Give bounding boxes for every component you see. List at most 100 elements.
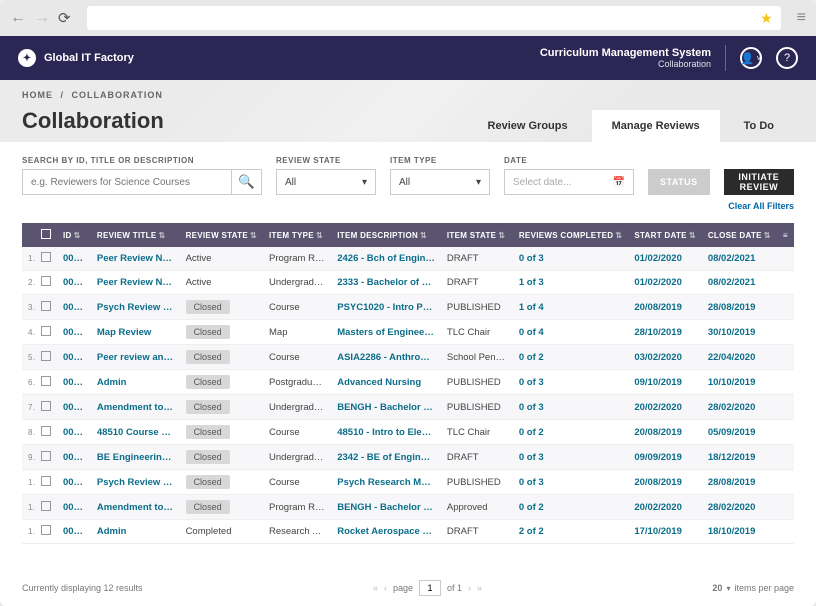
col-completed[interactable]: REVIEWS COMPLETED⇅ — [513, 223, 628, 247]
row-id[interactable]: 0000582 — [57, 247, 91, 271]
row-checkbox[interactable] — [35, 520, 57, 544]
bookmark-star-icon[interactable]: ★ — [760, 10, 773, 27]
row-item-desc[interactable]: 2333 - Bachelor of Engineeri... — [331, 271, 441, 295]
initiate-review-button[interactable]: INITIATE REVIEW — [724, 169, 794, 195]
col-start[interactable]: START DATE⇅ — [628, 223, 702, 247]
row-title[interactable]: Peer Review New Engine... — [91, 271, 180, 295]
row-id[interactable]: 0000501 — [57, 445, 91, 470]
back-icon[interactable]: ← — [10, 9, 26, 27]
row-item-desc[interactable]: 48510 - Intro to Elec Eng — [331, 420, 441, 445]
row-title[interactable]: 48510 Course review — [91, 420, 180, 445]
col-close[interactable]: CLOSE DATE⇅ — [702, 223, 777, 247]
row-title[interactable]: Peer review anthropolog... — [91, 345, 180, 370]
row-title[interactable]: Psych Review group — [91, 470, 180, 495]
browser-menu-icon[interactable]: ≡ — [797, 9, 806, 27]
breadcrumb-home[interactable]: HOME — [22, 90, 53, 100]
row-checkbox[interactable] — [35, 445, 57, 470]
row-item-desc[interactable]: Masters of Engineering - IE ... — [331, 320, 441, 345]
row-title[interactable]: Amendment to Engineeri... — [91, 395, 180, 420]
row-item-desc[interactable]: Advanced Nursing — [331, 370, 441, 395]
status-button[interactable]: STATUS — [648, 169, 710, 195]
row-completed[interactable]: 1 of 3 — [513, 271, 628, 295]
row-id[interactable]: 0000482 — [57, 295, 91, 320]
chevron-down-icon[interactable]: ▾ — [726, 584, 730, 593]
pager-last-icon[interactable]: » — [477, 583, 482, 593]
row-title[interactable]: Admin — [91, 370, 180, 395]
pager-next-icon[interactable]: › — [468, 583, 471, 593]
row-checkbox[interactable] — [35, 295, 57, 320]
row-item-desc[interactable]: 2342 - BE of Engineering (H... — [331, 445, 441, 470]
help-icon[interactable]: ? — [776, 47, 798, 69]
row-item-desc[interactable]: Rocket Aerospace Engineeri... — [331, 520, 441, 544]
row-checkbox[interactable] — [35, 420, 57, 445]
row-completed[interactable]: 0 of 3 — [513, 395, 628, 420]
url-bar[interactable]: ★ — [87, 6, 781, 30]
review-state-select[interactable]: All▾ — [276, 169, 376, 195]
row-title[interactable]: Admin — [91, 520, 180, 544]
page-input[interactable] — [419, 580, 441, 596]
forward-icon[interactable]: → — [34, 9, 50, 27]
tab-review-groups[interactable]: Review Groups — [468, 110, 588, 142]
perpage-value[interactable]: 20 — [712, 583, 722, 593]
user-menu-icon[interactable]: 👤˅ — [740, 47, 762, 69]
row-id[interactable]: 0000582 — [57, 271, 91, 295]
row-item-desc[interactable]: PSYC1020 - Intro Psych Min... — [331, 295, 441, 320]
col-item-type[interactable]: ITEM TYPE⇅ — [263, 223, 331, 247]
row-completed[interactable]: 0 of 4 — [513, 320, 628, 345]
row-item-desc[interactable]: BENGH - Bachelor of Engine... — [331, 495, 441, 520]
row-id[interactable]: 0000521 — [57, 370, 91, 395]
row-id[interactable]: 0000621 — [57, 495, 91, 520]
col-id[interactable]: ID⇅ — [57, 223, 91, 247]
row-checkbox[interactable] — [35, 271, 57, 295]
row-checkbox[interactable] — [35, 320, 57, 345]
row-completed[interactable]: 0 of 3 — [513, 370, 628, 395]
pager-prev-icon[interactable]: ‹ — [384, 583, 387, 593]
row-completed[interactable]: 0 of 3 — [513, 247, 628, 271]
row-completed[interactable]: 2 of 2 — [513, 520, 628, 544]
row-title[interactable]: Psych Review group — [91, 295, 180, 320]
row-completed[interactable]: 1 of 4 — [513, 295, 628, 320]
row-id[interactable]: 0000543 — [57, 520, 91, 544]
row-number: 5 — [22, 345, 35, 370]
refresh-icon[interactable]: ⟳ — [58, 9, 71, 27]
col-title[interactable]: REVIEW TITLE⇅ — [91, 223, 180, 247]
row-checkbox[interactable] — [35, 370, 57, 395]
row-id[interactable]: 0000601 — [57, 345, 91, 370]
col-checkbox[interactable] — [35, 223, 57, 247]
row-checkbox[interactable] — [35, 395, 57, 420]
row-id[interactable]: 0000621 — [57, 395, 91, 420]
row-checkbox[interactable] — [35, 345, 57, 370]
col-item-state[interactable]: ITEM STATE⇅ — [441, 223, 513, 247]
row-checkbox[interactable] — [35, 495, 57, 520]
row-title[interactable]: BE Engineering Hons Pe... — [91, 445, 180, 470]
row-completed[interactable]: 0 of 3 — [513, 445, 628, 470]
row-completed[interactable]: 0 of 3 — [513, 470, 628, 495]
row-id[interactable]: 0000521 — [57, 420, 91, 445]
row-title[interactable]: Peer Review New Engine... — [91, 247, 180, 271]
tab-manage-reviews[interactable]: Manage Reviews — [592, 110, 720, 142]
col-menu[interactable]: ≡ — [777, 223, 794, 247]
row-title[interactable]: Map Review — [91, 320, 180, 345]
row-completed[interactable]: 0 of 2 — [513, 345, 628, 370]
pager-first-icon[interactable]: « — [373, 583, 378, 593]
search-input[interactable] — [22, 169, 232, 195]
row-item-desc[interactable]: ASIA2286 - Anthropol and T... — [331, 345, 441, 370]
row-checkbox[interactable] — [35, 470, 57, 495]
item-type-select[interactable]: All▾ — [390, 169, 490, 195]
date-input[interactable]: Select date...📅 — [504, 169, 634, 195]
clear-filters-link[interactable]: Clear All Filters — [22, 201, 794, 211]
col-state[interactable]: REVIEW STATE⇅ — [180, 223, 263, 247]
row-item-desc[interactable]: BENGH - Bachelor of Engine... — [331, 395, 441, 420]
row-id[interactable]: 0000482 — [57, 470, 91, 495]
tab-to-do[interactable]: To Do — [724, 110, 794, 142]
row-completed[interactable]: 0 of 2 — [513, 420, 628, 445]
row-title[interactable]: Amendment to Engineeri... — [91, 495, 180, 520]
row-item-desc[interactable]: 2426 - Bch of Engineering (H... — [331, 247, 441, 271]
search-button[interactable]: 🔍 — [232, 169, 262, 195]
row-id[interactable]: 0000561 — [57, 320, 91, 345]
col-item-desc[interactable]: ITEM DESCRIPTION⇅ — [331, 223, 441, 247]
row-completed[interactable]: 0 of 2 — [513, 495, 628, 520]
row-checkbox[interactable] — [35, 247, 57, 271]
row-item-desc[interactable]: Psych Research Methodolo... — [331, 470, 441, 495]
reviews-table: ID⇅ REVIEW TITLE⇅ REVIEW STATE⇅ ITEM TYP… — [22, 223, 794, 544]
